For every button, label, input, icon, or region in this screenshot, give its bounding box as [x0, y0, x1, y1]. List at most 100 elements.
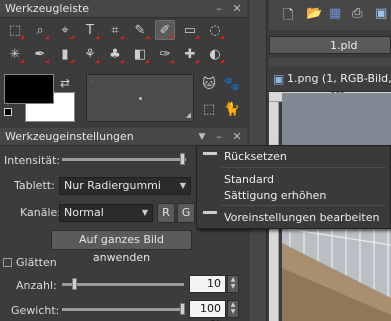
- gradient-icon[interactable]: ▮: [55, 44, 75, 64]
- tool-group-indicator: [195, 59, 199, 63]
- tool-group-indicator: [145, 35, 149, 39]
- stamp-icon[interactable]: ♣: [105, 44, 125, 64]
- heal-icon[interactable]: ✚: [180, 44, 200, 64]
- open-folder-icon[interactable]: 📂: [306, 6, 322, 21]
- channel-r-button[interactable]: R: [157, 203, 175, 223]
- tablet-label: Tablett:: [14, 179, 55, 192]
- weight-slider[interactable]: [62, 308, 184, 311]
- tool-group-indicator: [120, 59, 124, 63]
- chevron-down-icon: ▼: [179, 181, 186, 190]
- lasso-icon[interactable]: ◌: [205, 20, 225, 40]
- tool-group-indicator: [20, 59, 24, 63]
- tool-options-title: Werkzeugeinstellungen: [5, 130, 134, 143]
- screen-icon[interactable]: ▣: [375, 6, 387, 21]
- clone-icon[interactable]: ⚘: [80, 44, 100, 64]
- weight-label: Gewicht:: [11, 304, 60, 317]
- intensity-slider-thumb[interactable]: [180, 153, 185, 165]
- brush-preview[interactable]: ◦ ◢: [86, 74, 194, 122]
- tool-group-indicator: [45, 35, 49, 39]
- tab-spacer: [269, 58, 391, 66]
- fuzzy-select-icon[interactable]: ⌕: [30, 20, 50, 40]
- text-tool-icon[interactable]: T: [80, 20, 100, 40]
- close-icon[interactable]: ✕: [231, 2, 243, 15]
- brush-icon[interactable]: ✐: [155, 20, 175, 40]
- tool-group-indicator: [220, 35, 224, 39]
- smooth-label: Glätten: [16, 256, 57, 269]
- weight-spin-arrows[interactable]: ▲ ▼: [227, 300, 239, 318]
- chevron-down-icon: ▼: [141, 208, 148, 217]
- tool-options-titlebar: Werkzeugeinstellungen ▼ – ✕: [0, 128, 247, 146]
- new-file-icon[interactable]: 🗋: [283, 6, 293, 28]
- menu-item-reset[interactable]: Rücksetzen: [224, 150, 287, 163]
- menu-separator: [221, 167, 386, 168]
- tool-group-indicator: [95, 35, 99, 39]
- amount-slider-thumb[interactable]: [72, 278, 77, 290]
- tablet-select[interactable]: Nur Radiergummi ▼: [59, 177, 191, 195]
- tool-group-indicator: [220, 59, 224, 63]
- tool-group-indicator: [169, 34, 173, 38]
- tool-group-indicator: [195, 35, 199, 39]
- path-icon[interactable]: ✒: [30, 44, 50, 64]
- tool-group-indicator: [120, 35, 124, 39]
- image-window-title: 1.png (1, RGB-Bild, 6: [287, 72, 391, 85]
- close-icon[interactable]: ✕: [231, 130, 243, 143]
- panel-menu-icon[interactable]: ▼: [196, 131, 208, 144]
- image-window-titlebar: ▣ 1.png (1, RGB-Bild, 6: [269, 66, 391, 92]
- quickmask-icon[interactable]: 🐱: [199, 74, 219, 94]
- tool-group-indicator: [95, 59, 99, 63]
- channels-select-value: Normal: [64, 206, 104, 219]
- smooth-checkbox[interactable]: [3, 258, 12, 267]
- tool-grid: ⬚ ⌕ ⌖ T ⌗ ✎ ✐ ▭ ◌ ✳ ✒ ▮ ⚘ ♣ ◧ ✑ ✚ ◐: [0, 18, 247, 68]
- amount-input[interactable]: 10: [189, 275, 226, 293]
- menu-item-edit-presets[interactable]: Voreinstellungen bearbeiten: [224, 211, 379, 224]
- reset-colors-icon[interactable]: [4, 108, 12, 116]
- eraser-icon[interactable]: ▭: [180, 20, 200, 40]
- tool-presets-menu: Rücksetzen Standard Sättigung erhöhen Vo…: [196, 145, 391, 229]
- tablet-select-value: Nur Radiergummi: [64, 179, 161, 192]
- menu-item-increase-saturation[interactable]: Sättigung erhöhen: [224, 189, 326, 202]
- calendar-icon[interactable]: ▦: [329, 6, 341, 21]
- crop-icon[interactable]: ⌗: [105, 20, 125, 40]
- intensity-slider[interactable]: [62, 158, 186, 161]
- minimize-icon[interactable]: –: [213, 130, 225, 143]
- amount-spin-arrows[interactable]: ▲ ▼: [227, 275, 239, 293]
- perspective-icon[interactable]: ◧: [130, 44, 150, 64]
- tool-group-indicator: [70, 35, 74, 39]
- document-tab[interactable]: 1.pld: [269, 36, 391, 54]
- mask-icon[interactable]: 🐈: [222, 99, 242, 119]
- channels-select[interactable]: Normal ▼: [59, 204, 153, 222]
- crosshair-icon[interactable]: ⌖: [55, 20, 75, 40]
- rect-select-icon[interactable]: ⬚: [5, 20, 25, 40]
- dodge-icon[interactable]: ◐: [205, 44, 225, 64]
- document-tab-label: 1.pld: [330, 39, 358, 52]
- navigation-icon[interactable]: 🐾: [222, 74, 242, 94]
- apply-to-image-button[interactable]: Auf ganzes Bild anwenden: [51, 230, 192, 264]
- amount-slider[interactable]: [62, 283, 184, 286]
- print-icon[interactable]: ⎙: [352, 6, 362, 21]
- color-picker-icon[interactable]: ✑: [155, 44, 175, 64]
- pencil-icon[interactable]: ✎: [130, 20, 150, 40]
- tool-group-indicator: [170, 59, 174, 63]
- toolbox-titlebar: Werkzeugleiste – ✕: [0, 0, 247, 18]
- menu-marker-icon: [203, 211, 217, 214]
- toolbox-title: Werkzeugleiste: [5, 2, 90, 15]
- menu-item-default[interactable]: Standard: [224, 173, 274, 186]
- main-toolbar: 🗋 📂 ▦ ⎙ ▣: [269, 0, 391, 30]
- menu-separator: [221, 205, 386, 206]
- channels-label: Kanäle:: [20, 206, 62, 219]
- image-window-icon: ▣: [273, 72, 285, 86]
- brush-dot: [139, 97, 142, 100]
- minimize-icon[interactable]: –: [213, 2, 225, 15]
- brush-corner-icon: ◢: [185, 111, 191, 119]
- selection-editor-icon[interactable]: ⬚: [199, 99, 219, 119]
- color-area: ⇄ ◦ ◢ 🐱 🐾 ⬚ 🐈: [0, 70, 247, 126]
- swap-colors-icon[interactable]: ⇄: [60, 76, 70, 90]
- foreground-color-front[interactable]: [4, 74, 54, 104]
- weight-input[interactable]: 100 %: [189, 300, 226, 321]
- weight-slider-thumb[interactable]: [180, 303, 185, 315]
- tool-group-indicator: [70, 59, 74, 63]
- magic-wand-icon[interactable]: ✳: [5, 44, 25, 64]
- channel-g-button[interactable]: G: [177, 203, 195, 223]
- amount-label: Anzahl:: [16, 279, 57, 292]
- brush-marker-icon: ◦: [90, 78, 94, 85]
